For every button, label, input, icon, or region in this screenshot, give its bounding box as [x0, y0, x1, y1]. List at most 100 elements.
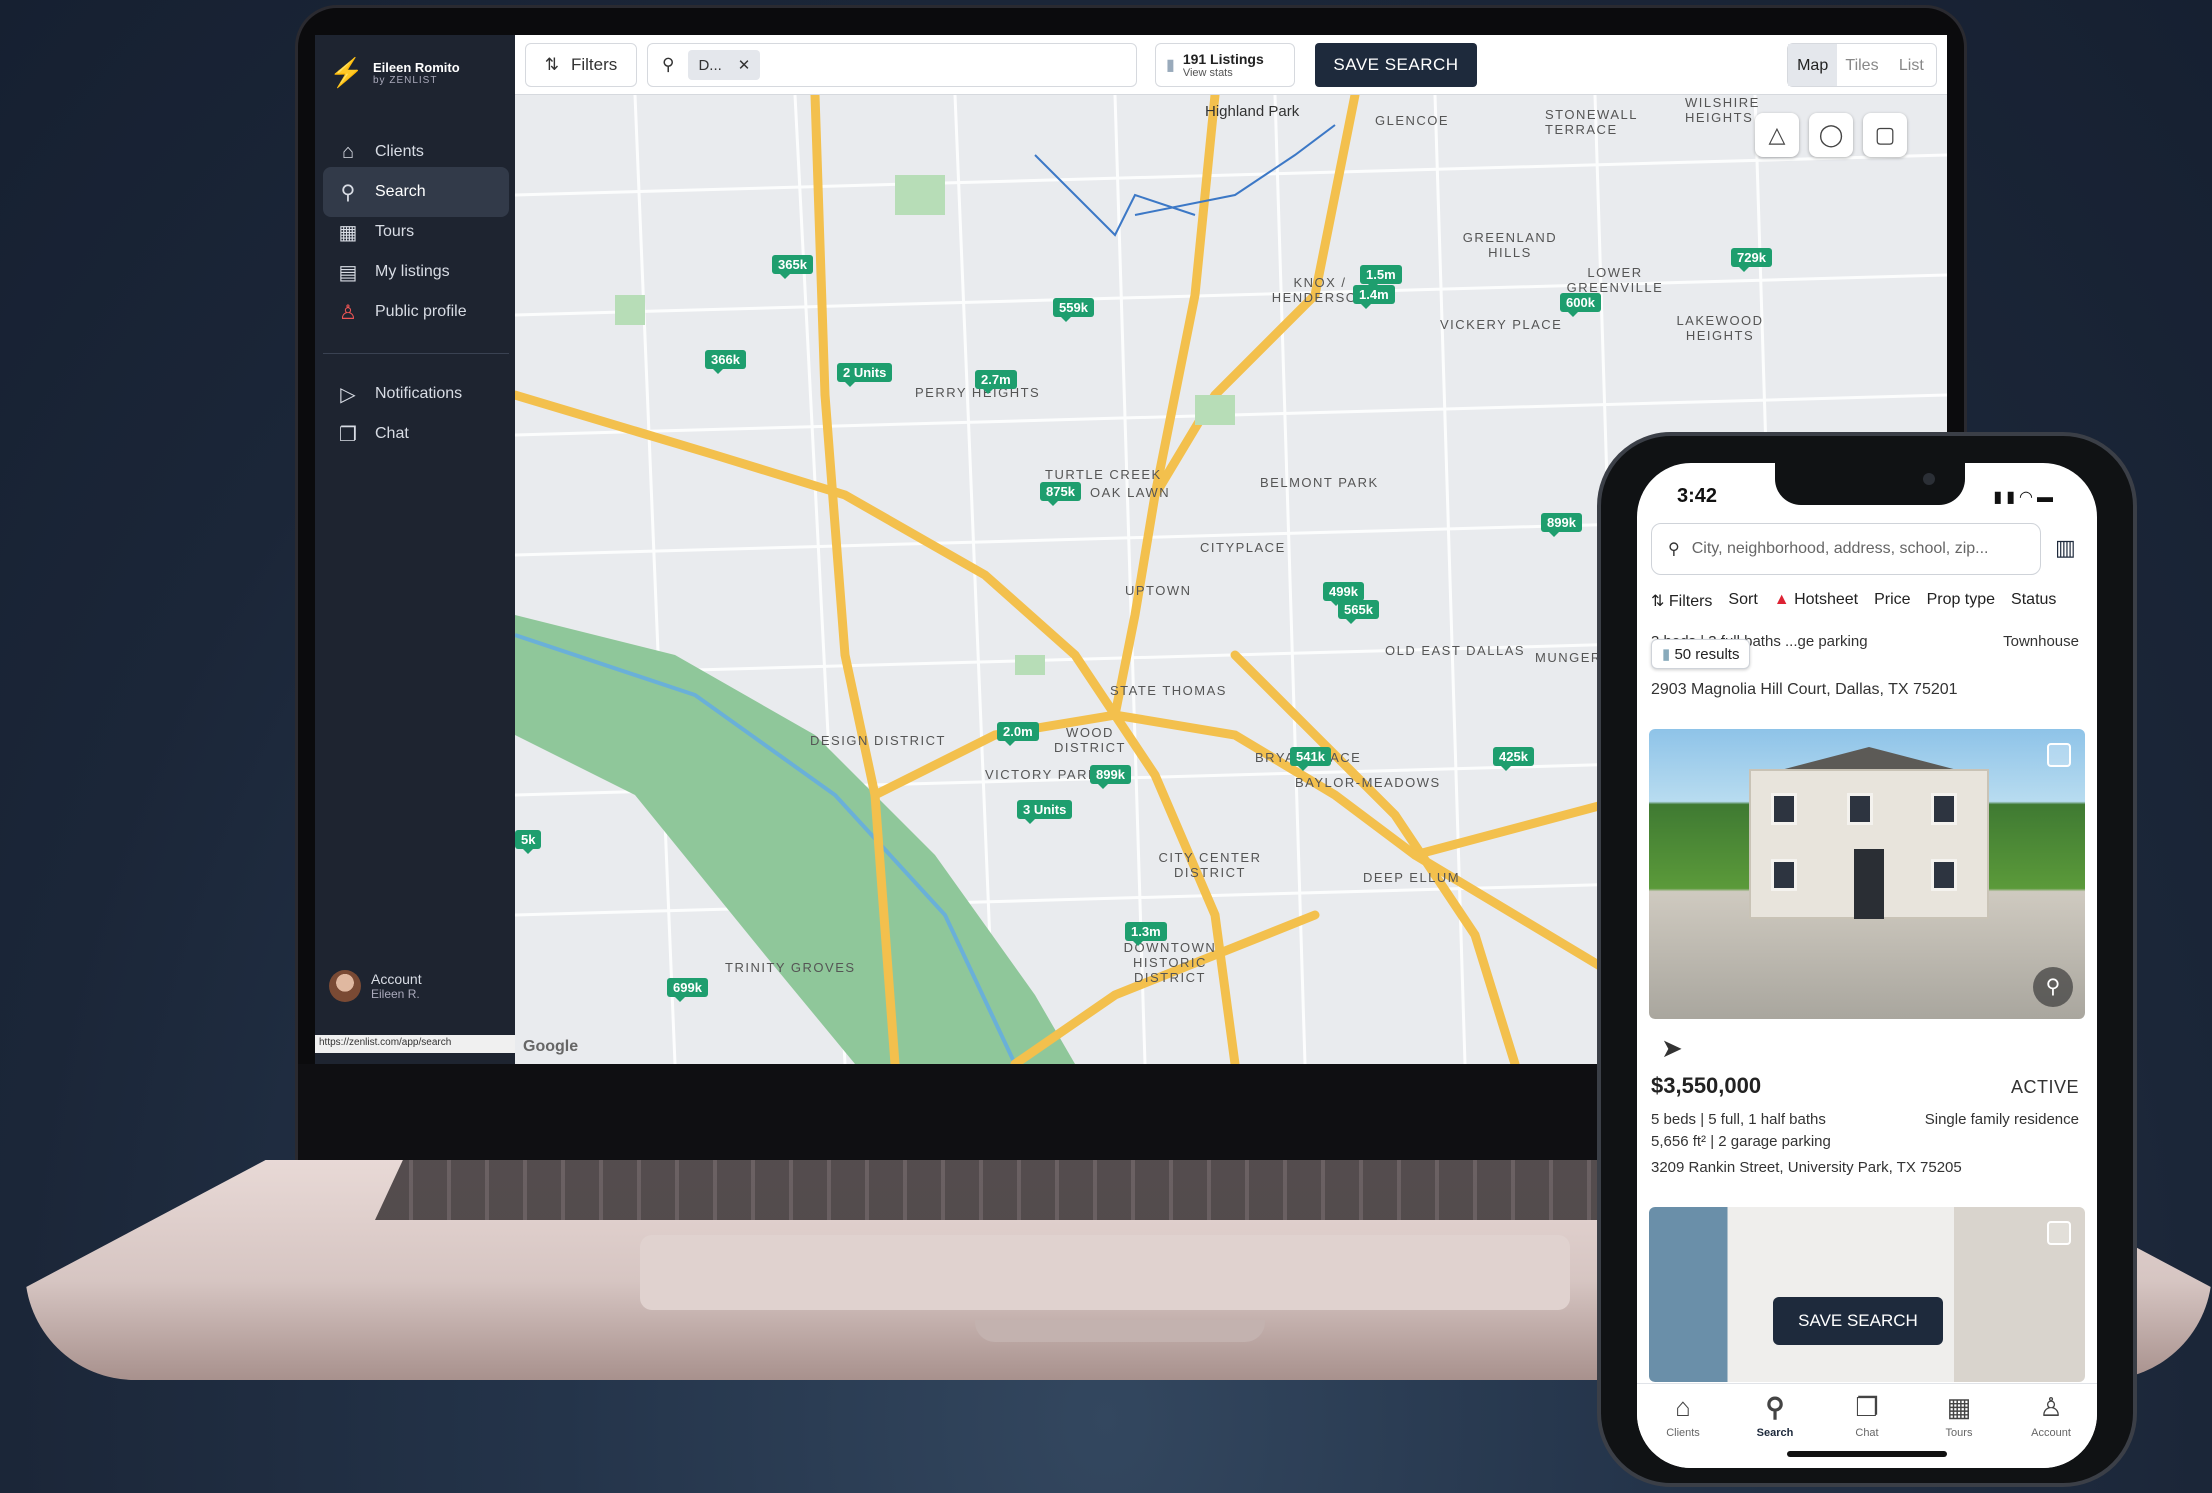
map-label: GREENLAND HILLS: [1462, 230, 1558, 260]
tab-map[interactable]: Map: [1788, 44, 1838, 86]
save-search-button[interactable]: SAVE SEARCH: [1773, 1297, 1943, 1345]
trinity-river-park: [515, 615, 1075, 1064]
map-pin-icon[interactable]: ⚲: [2033, 967, 2073, 1007]
price-pin[interactable]: 875k: [1040, 482, 1081, 506]
price-pin[interactable]: 2.7m: [975, 370, 1017, 394]
sidebar-item-chat[interactable]: ❐ Chat: [323, 409, 509, 459]
filters-button[interactable]: ⇅ Filters: [1651, 591, 1712, 611]
prop-type-filter[interactable]: Prop type: [1927, 591, 1995, 611]
status-time: 3:42: [1677, 485, 1718, 507]
google-attribution: Google: [523, 1038, 579, 1055]
view-stats-button[interactable]: ▮ 191 Listings View stats: [1155, 43, 1295, 87]
listing-photo[interactable]: [1649, 1207, 2085, 1382]
price-pin[interactable]: 2 Units: [837, 363, 893, 387]
window: [1771, 859, 1797, 891]
camera-icon: [1923, 473, 1935, 485]
brand[interactable]: ⚡ Eileen Romito by ZENLIST: [329, 57, 460, 89]
search-chip[interactable]: D... ✕: [688, 50, 761, 80]
status-url: https://zenlist.com/app/search: [315, 1035, 515, 1053]
hotsheet-button[interactable]: ▲ Hotsheet: [1774, 591, 1858, 611]
sidebar-divider: [323, 353, 509, 354]
save-search-button[interactable]: SAVE SEARCH: [1315, 43, 1477, 87]
profile-icon: ♙: [339, 301, 357, 324]
rectangle-draw-icon[interactable]: ▢: [1863, 113, 1907, 157]
sidebar-item-label: Tours: [375, 223, 415, 240]
close-icon[interactable]: ✕: [738, 56, 751, 74]
map-label: BAYLOR-MEADOWS: [1295, 775, 1441, 790]
search-input[interactable]: ⚲ D... ✕: [647, 43, 1137, 87]
share-icon[interactable]: ➤: [1661, 1033, 1683, 1064]
price-pin[interactable]: 425k: [1493, 747, 1534, 771]
search-icon: ⚲: [1765, 1392, 1785, 1422]
trackpad: [640, 1235, 1570, 1310]
map-label: OLD EAST DALLAS: [1385, 643, 1526, 658]
price-pin[interactable]: 366k: [705, 350, 746, 374]
window: [1771, 793, 1797, 825]
listing-photo[interactable]: ⚲: [1649, 729, 2085, 1019]
listing-beds-baths: 5 beds | 5 full, 1 half baths: [1651, 1111, 1826, 1128]
window: [1931, 793, 1957, 825]
price-pin[interactable]: 600k: [1560, 293, 1601, 317]
keyboard: [375, 1160, 1770, 1220]
calendar-icon: ▦: [1946, 1392, 1972, 1422]
price-pin[interactable]: 541k: [1290, 747, 1331, 771]
map-label: GLENCOE: [1375, 113, 1450, 128]
phone-notch: [1775, 463, 1965, 505]
price-pin[interactable]: 1.3m: [1125, 922, 1167, 946]
polygon-draw-icon[interactable]: △: [1755, 113, 1799, 157]
results-count-chip[interactable]: ▮ 50 results: [1651, 639, 1751, 669]
listing-price: $3,550,000: [1651, 1073, 1762, 1098]
map-label: Highland Park: [1205, 103, 1300, 120]
wifi-icon: ◠: [2019, 489, 2037, 506]
account-button[interactable]: Account Eileen R.: [329, 970, 422, 1002]
price-pin[interactable]: 899k: [1541, 513, 1582, 537]
search-input[interactable]: ⚲ City, neighborhood, address, school, z…: [1651, 523, 2041, 575]
price-pin[interactable]: 3 Units: [1017, 800, 1073, 824]
map-label: VICKERY PLACE: [1440, 317, 1563, 332]
map-toggle-icon[interactable]: ▥: [2055, 535, 2083, 561]
signal-icon: ▮▮: [1993, 489, 2020, 506]
map-label: UPTOWN: [1125, 583, 1192, 598]
bar-chart-icon: ▮: [1166, 57, 1175, 74]
status-filter[interactable]: Status: [2011, 591, 2056, 611]
tab-account[interactable]: ♙ Account: [2011, 1392, 2091, 1468]
price-pin[interactable]: 1.4m: [1353, 285, 1395, 309]
map-label: CITYPLACE: [1200, 540, 1286, 555]
tab-tiles[interactable]: Tiles: [1837, 44, 1886, 86]
status-icons: ▮▮◠▬: [1993, 487, 2057, 507]
select-checkbox[interactable]: [2047, 1221, 2071, 1245]
tab-list[interactable]: List: [1887, 44, 1936, 86]
listings-icon: ▤: [338, 261, 358, 284]
chat-icon: ❐: [339, 423, 357, 446]
filters-button[interactable]: ⇅ Filters: [525, 43, 637, 87]
price-filter[interactable]: Price: [1874, 591, 1910, 611]
window: [1847, 793, 1873, 825]
price-pin[interactable]: 2.0m: [997, 722, 1039, 746]
price-pin[interactable]: 5k: [515, 830, 542, 854]
status-badge: ACTIVE: [2010, 1077, 2079, 1097]
home-indicator: [1787, 1451, 1947, 1457]
draw-tools: △ ◯ ▢: [1755, 113, 1907, 157]
door: [1854, 849, 1884, 919]
flame-icon: ▲: [1773, 591, 1790, 608]
map-label: WOOD DISTRICT: [1054, 725, 1126, 755]
sort-button[interactable]: Sort: [1728, 591, 1757, 611]
bar-chart-icon: ▮: [1662, 646, 1671, 663]
view-switcher: Map Tiles List: [1787, 43, 1937, 87]
price-pin[interactable]: 899k: [1090, 765, 1131, 789]
price-pin[interactable]: 729k: [1731, 248, 1772, 272]
circle-draw-icon[interactable]: ◯: [1809, 113, 1853, 157]
tab-clients[interactable]: ⌂ Clients: [1643, 1392, 1723, 1468]
price-pin[interactable]: 565k: [1338, 600, 1379, 624]
tab-label: Clients: [1666, 1427, 1700, 1439]
price-pin[interactable]: 1.5m: [1360, 265, 1402, 289]
price-pin[interactable]: 365k: [772, 255, 813, 279]
listings-sub: View stats: [1182, 67, 1233, 79]
price-pin[interactable]: 559k: [1053, 298, 1094, 322]
map-label: MUNGER: [1535, 650, 1602, 665]
select-checkbox[interactable]: [2047, 743, 2071, 767]
partial-type: Townhouse: [2003, 633, 2079, 650]
sidebar-item-public-profile[interactable]: ♙ Public profile: [323, 287, 509, 337]
price-pin[interactable]: 699k: [667, 978, 708, 1002]
price-pin[interactable]: 499k: [1323, 582, 1364, 606]
